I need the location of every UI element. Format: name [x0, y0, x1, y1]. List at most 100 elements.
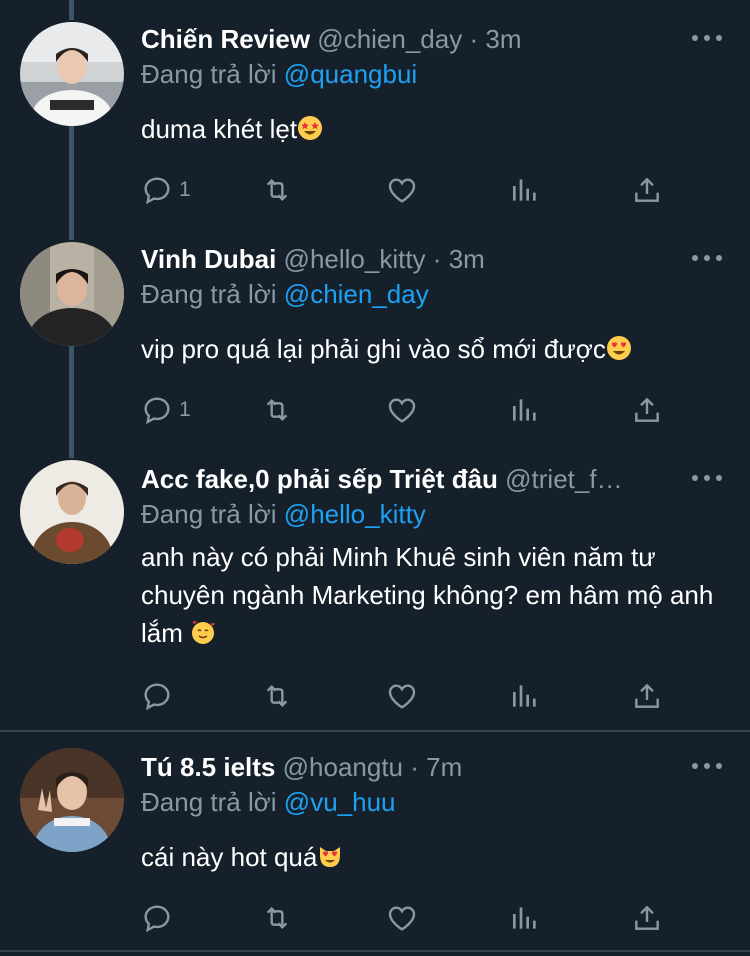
- display-name[interactable]: Tú 8.5 ielts: [141, 752, 275, 782]
- separator-dot: ·: [469, 24, 479, 54]
- retweet-button[interactable]: [261, 392, 293, 428]
- smiling-hearts-emoji: [190, 617, 216, 655]
- tweet-divider: [0, 950, 750, 952]
- avatar[interactable]: [20, 22, 124, 126]
- timestamp[interactable]: 3m: [449, 244, 485, 274]
- tweet[interactable]: Chiến Review @chien_day · 3m Đang trả lờ…: [0, 20, 750, 220]
- reply-count: 1: [179, 178, 191, 201]
- heart-eyes-emoji: [606, 333, 632, 371]
- heart-icon: [388, 906, 416, 931]
- like-button[interactable]: [386, 678, 418, 714]
- replying-to: Đang trả lời @quangbui: [141, 56, 417, 92]
- analytics-icon: [513, 685, 536, 707]
- tweet-text: duma khét lẹt: [141, 110, 731, 151]
- replying-to-label: Đang trả lời: [141, 279, 277, 309]
- retweet-icon: [266, 906, 288, 930]
- star-struck-emoji: [297, 113, 323, 151]
- reply-icon: [144, 905, 170, 933]
- analytics-icon: [513, 399, 536, 421]
- retweet-icon: [266, 178, 288, 202]
- reply-button[interactable]: [141, 678, 179, 714]
- like-button[interactable]: [386, 392, 418, 428]
- share-button[interactable]: [631, 172, 663, 208]
- username-handle[interactable]: @hoangtu: [283, 752, 403, 782]
- mention-link[interactable]: @chien_day: [284, 279, 429, 309]
- username-handle[interactable]: @triet_f…: [505, 464, 622, 494]
- reply-icon: [144, 397, 170, 425]
- replying-to: Đang trả lời @hello_kitty: [141, 496, 426, 532]
- analytics-icon: [513, 179, 536, 201]
- share-button[interactable]: [631, 392, 663, 428]
- share-button[interactable]: [631, 678, 663, 714]
- replying-to-label: Đang trả lời: [141, 787, 277, 817]
- tweet[interactable]: Tú 8.5 ielts @hoangtu · 7m Đang trả lời …: [0, 748, 750, 948]
- tweet[interactable]: Acc fake,0 phải sếp Triệt đâu @triet_f… …: [0, 460, 750, 722]
- mention-link[interactable]: @quangbui: [284, 59, 417, 89]
- retweet-button[interactable]: [261, 172, 293, 208]
- display-name[interactable]: Vinh Dubai: [141, 244, 276, 274]
- retweet-icon: [266, 398, 288, 422]
- display-name[interactable]: Chiến Review: [141, 24, 310, 54]
- heart-icon: [388, 398, 416, 423]
- tweet-text-content: anh này có phải Minh Khuê sinh viên năm …: [141, 542, 714, 648]
- tweet-text: vip pro quá lại phải ghi vào sổ mới được: [141, 330, 731, 371]
- reply-button[interactable]: 1: [141, 392, 191, 428]
- analytics-button[interactable]: [509, 392, 541, 428]
- tweet-header: Acc fake,0 phải sếp Triệt đâu @triet_f…: [141, 460, 623, 498]
- tweet[interactable]: Vinh Dubai @hello_kitty · 3m Đang trả lờ…: [0, 240, 750, 440]
- replying-to: Đang trả lời @chien_day: [141, 276, 429, 312]
- username-handle[interactable]: @chien_day: [317, 24, 462, 54]
- analytics-button[interactable]: [509, 172, 541, 208]
- tweet-divider: [0, 730, 750, 732]
- tweet-text-content: cái này hot quá: [141, 842, 318, 872]
- more-options-icon[interactable]: [692, 253, 722, 263]
- replying-to-label: Đang trả lời: [141, 59, 277, 89]
- analytics-button[interactable]: [509, 900, 541, 936]
- separator-dot: ·: [410, 752, 419, 782]
- tweet-text-content: duma khét lẹt: [141, 114, 298, 144]
- tweet-header: Tú 8.5 ielts @hoangtu · 7m: [141, 748, 462, 786]
- heart-icon: [388, 178, 416, 203]
- timestamp[interactable]: 7m: [426, 752, 462, 782]
- tweet-actions: 1: [141, 172, 681, 208]
- like-button[interactable]: [386, 172, 418, 208]
- reply-icon: [144, 683, 170, 711]
- display-name[interactable]: Acc fake,0 phải sếp Triệt đâu: [141, 464, 498, 494]
- avatar[interactable]: [20, 460, 124, 564]
- share-icon: [635, 683, 659, 708]
- avatar[interactable]: [20, 242, 124, 346]
- tweet-header: Vinh Dubai @hello_kitty · 3m: [141, 240, 485, 278]
- username-handle[interactable]: @hello_kitty: [284, 244, 426, 274]
- timestamp[interactable]: 3m: [485, 24, 521, 54]
- mention-link[interactable]: @vu_huu: [284, 787, 396, 817]
- reply-button[interactable]: [141, 900, 179, 936]
- retweet-button[interactable]: [261, 900, 293, 936]
- share-icon: [635, 905, 659, 930]
- share-icon: [635, 397, 659, 422]
- more-options-icon[interactable]: [692, 761, 722, 771]
- replying-to-label: Đang trả lời: [141, 499, 277, 529]
- analytics-button[interactable]: [509, 678, 541, 714]
- share-icon: [635, 177, 659, 202]
- more-options-icon[interactable]: [692, 33, 722, 43]
- analytics-icon: [513, 907, 536, 929]
- replying-to: Đang trả lời @vu_huu: [141, 784, 396, 820]
- reply-button[interactable]: 1: [141, 172, 191, 208]
- tweet-text: anh này có phải Minh Khuê sinh viên năm …: [141, 538, 731, 655]
- reply-icon: [144, 177, 170, 205]
- thread-line: [69, 0, 74, 20]
- like-button[interactable]: [386, 900, 418, 936]
- tweet-header: Chiến Review @chien_day · 3m: [141, 20, 522, 58]
- tweet-actions: [141, 678, 681, 714]
- reply-count: 1: [179, 398, 191, 421]
- tweet-text: cái này hot quá: [141, 838, 731, 879]
- mention-link[interactable]: @hello_kitty: [284, 499, 426, 529]
- avatar[interactable]: [20, 748, 124, 852]
- heart-icon: [388, 684, 416, 709]
- retweet-icon: [266, 684, 288, 708]
- heart-eyes-cat-emoji: [317, 841, 343, 879]
- share-button[interactable]: [631, 900, 663, 936]
- tweet-actions: 1: [141, 392, 681, 428]
- more-options-icon[interactable]: [692, 473, 722, 483]
- retweet-button[interactable]: [261, 678, 293, 714]
